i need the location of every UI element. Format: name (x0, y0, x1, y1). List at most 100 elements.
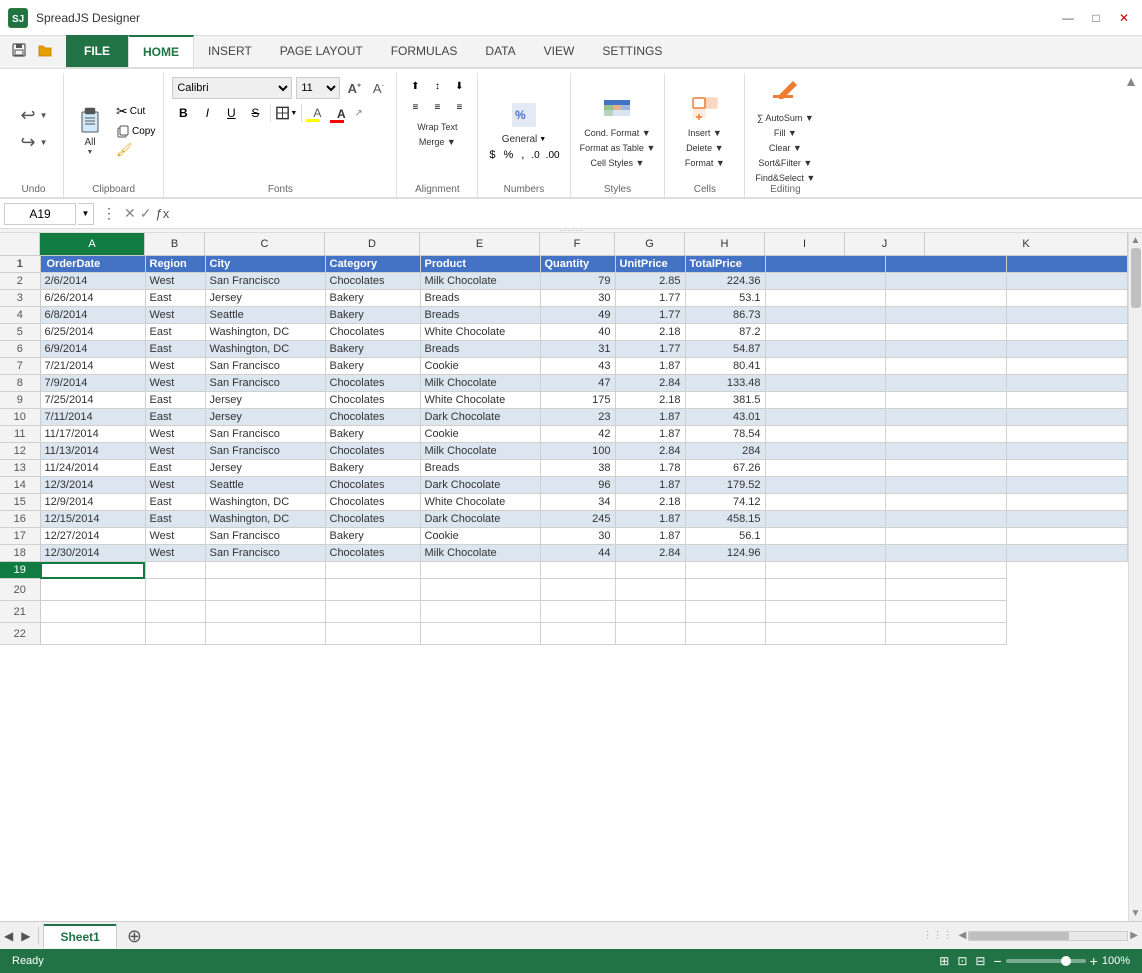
align-center-button[interactable]: ≡ (427, 98, 447, 116)
table-cell-empty[interactable] (325, 623, 420, 645)
formula-input[interactable] (173, 203, 1138, 225)
table-cell-empty[interactable] (1007, 460, 1128, 477)
font-shrink-button[interactable]: A- (368, 78, 388, 98)
row-number[interactable]: 8 (0, 375, 40, 392)
table-cell[interactable]: Seattle (205, 307, 325, 324)
table-cell[interactable]: 56.1 (685, 528, 765, 545)
table-cell[interactable]: 31 (540, 341, 615, 358)
row-number[interactable]: 11 (0, 426, 40, 443)
table-cell[interactable]: Bakery (325, 426, 420, 443)
table-cell-empty[interactable] (540, 562, 615, 579)
table-cell-empty[interactable] (886, 579, 1007, 601)
table-cell[interactable]: 7/21/2014 (40, 358, 145, 375)
table-cell[interactable]: 11/17/2014 (40, 426, 145, 443)
cancel-formula-button[interactable]: ✕ (124, 205, 136, 222)
col-header-i[interactable]: I (765, 233, 845, 255)
insert-cells-button[interactable]: Insert ▼ (687, 127, 723, 139)
col-header-e[interactable]: E (420, 233, 540, 255)
table-cell[interactable]: Jersey (205, 392, 325, 409)
col-header-b[interactable]: B (145, 233, 205, 255)
delete-cells-button[interactable]: Delete ▼ (685, 142, 724, 154)
zoom-in-button[interactable]: + (1090, 954, 1098, 968)
table-cell[interactable]: Chocolates (325, 375, 420, 392)
table-cell[interactable]: West (145, 528, 205, 545)
table-cell[interactable]: Dark Chocolate (420, 511, 540, 528)
dec-decrease-button[interactable]: .00 (544, 148, 562, 162)
table-cell[interactable]: 124.96 (685, 545, 765, 562)
table-cell[interactable]: 86.73 (685, 307, 765, 324)
table-cell-empty[interactable] (765, 409, 886, 426)
header-cell-j1[interactable] (886, 256, 1007, 273)
table-cell[interactable]: Washington, DC (205, 511, 325, 528)
table-cell[interactable]: Chocolates (325, 511, 420, 528)
table-cell[interactable]: Cookie (420, 426, 540, 443)
table-cell-empty[interactable] (615, 579, 685, 601)
table-cell-empty[interactable] (145, 579, 205, 601)
table-cell[interactable]: 175 (540, 392, 615, 409)
table-cell-empty[interactable] (765, 623, 886, 645)
confirm-formula-button[interactable]: ✓ (140, 205, 152, 222)
table-cell[interactable]: 42 (540, 426, 615, 443)
col-header-g[interactable]: G (615, 233, 685, 255)
italic-button[interactable]: I (196, 102, 218, 124)
table-cell-empty[interactable] (886, 341, 1007, 358)
row-number[interactable]: 14 (0, 477, 40, 494)
table-cell[interactable]: 2.84 (615, 545, 685, 562)
table-cell-empty[interactable] (325, 579, 420, 601)
table-cell[interactable]: West (145, 307, 205, 324)
header-cell-k1[interactable] (1007, 256, 1128, 273)
table-cell-empty[interactable] (886, 528, 1007, 545)
table-cell-empty[interactable] (765, 460, 886, 477)
table-cell[interactable]: West (145, 545, 205, 562)
tab-file[interactable]: FILE (66, 35, 128, 67)
table-cell[interactable]: 6/26/2014 (40, 290, 145, 307)
table-cell[interactable]: Breads (420, 307, 540, 324)
table-cell-empty[interactable] (886, 443, 1007, 460)
table-cell[interactable]: Washington, DC (205, 341, 325, 358)
table-cell[interactable]: 43 (540, 358, 615, 375)
table-cell[interactable]: East (145, 290, 205, 307)
table-cell[interactable]: 179.52 (685, 477, 765, 494)
row-number[interactable]: 13 (0, 460, 40, 477)
table-cell[interactable]: Milk Chocolate (420, 375, 540, 392)
table-cell-empty[interactable] (886, 392, 1007, 409)
close-button[interactable]: ✕ (1114, 8, 1134, 28)
table-cell[interactable]: 12/30/2014 (40, 545, 145, 562)
table-cell[interactable]: Bakery (325, 290, 420, 307)
merge-center-button[interactable]: Merge ▼ (417, 136, 458, 148)
table-cell[interactable]: Cookie (420, 528, 540, 545)
table-cell[interactable]: Chocolates (325, 494, 420, 511)
table-cell-empty[interactable] (886, 477, 1007, 494)
tab-insert[interactable]: INSERT (194, 35, 266, 67)
table-cell[interactable]: Bakery (325, 460, 420, 477)
table-cell[interactable]: 49 (540, 307, 615, 324)
table-cell-empty[interactable] (540, 601, 615, 623)
autosum-button[interactable]: ∑ AutoSum ▼ (756, 112, 815, 124)
table-cell-empty[interactable] (886, 562, 1007, 579)
table-cell[interactable]: 78.54 (685, 426, 765, 443)
table-cell[interactable]: Chocolates (325, 409, 420, 426)
tab-settings[interactable]: SETTINGS (588, 35, 676, 67)
table-cell-empty[interactable] (765, 290, 886, 307)
table-cell[interactable]: Jersey (205, 290, 325, 307)
borders-button[interactable]: ▼ (275, 102, 297, 124)
table-cell-empty[interactable] (1007, 358, 1128, 375)
align-bottom-button[interactable]: ⬇ (449, 77, 469, 95)
table-cell-empty[interactable] (765, 545, 886, 562)
row-number[interactable]: 6 (0, 341, 40, 358)
table-cell[interactable]: 34 (540, 494, 615, 511)
sheet-scroll-left[interactable]: ◀ (0, 929, 17, 943)
sort-filter-button[interactable]: Sort&Filter ▼ (757, 157, 813, 169)
table-cell[interactable]: East (145, 511, 205, 528)
table-cell[interactable]: San Francisco (205, 528, 325, 545)
col-header-a[interactable]: A (40, 233, 145, 255)
table-cell-empty[interactable] (886, 460, 1007, 477)
table-cell-empty[interactable] (765, 562, 886, 579)
align-top-button[interactable]: ⬆ (405, 77, 425, 95)
row-number[interactable]: 19 (0, 562, 40, 579)
table-cell[interactable]: 6/25/2014 (40, 324, 145, 341)
table-cell-empty[interactable] (1007, 409, 1128, 426)
tab-page-layout[interactable]: PAGE LAYOUT (266, 35, 377, 67)
table-cell[interactable]: 54.87 (685, 341, 765, 358)
percent-button[interactable]: % (500, 148, 516, 162)
